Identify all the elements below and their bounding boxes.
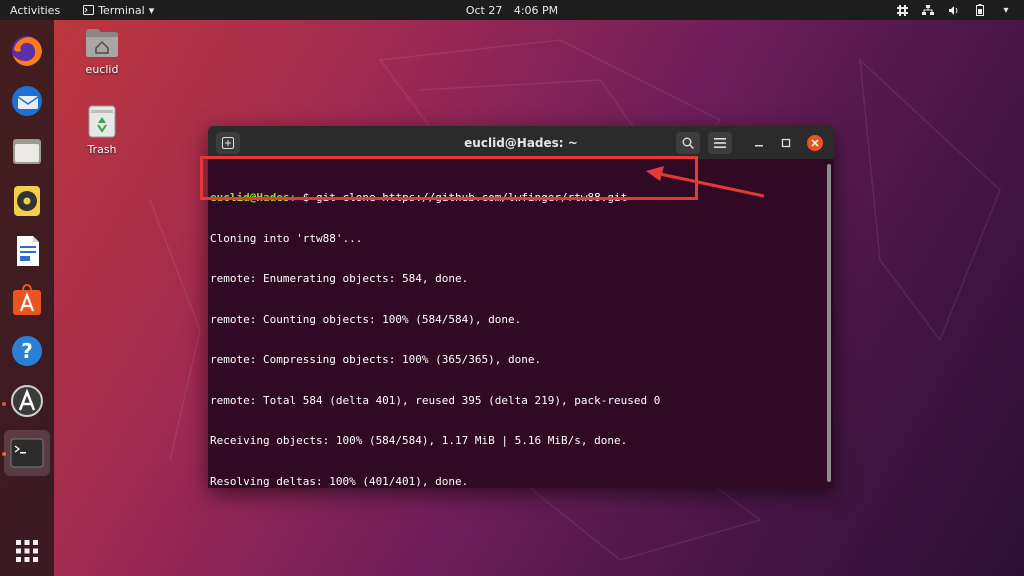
top-bar: Activities Terminal ▾ Oct 27 4:06 PM ▾: [0, 0, 1024, 20]
app-menu[interactable]: Terminal ▾: [82, 4, 154, 17]
battery-icon[interactable]: [974, 4, 986, 16]
chevron-down-icon: ▾: [148, 3, 155, 17]
trash-icon: [88, 105, 116, 138]
window-title: euclid@Hades: ~: [464, 135, 578, 150]
desktop-icon-trash[interactable]: Trash: [72, 104, 132, 156]
search-button[interactable]: [676, 132, 700, 154]
output-line: remote: Enumerating objects: 584, done.: [210, 272, 469, 285]
output-line: remote: Total 584 (delta 401), reused 39…: [210, 393, 661, 407]
terminal-titlebar[interactable]: euclid@Hades: ~: [208, 126, 834, 160]
volume-icon[interactable]: [948, 4, 960, 16]
dock: ?: [0, 20, 54, 576]
menu-button[interactable]: [708, 132, 732, 154]
minimize-button[interactable]: [751, 135, 767, 151]
show-applications-icon: [16, 540, 38, 562]
system-tray: ▾: [896, 0, 1012, 20]
annotation-highlight-box: [200, 156, 698, 200]
rhythmbox-icon: [14, 186, 40, 216]
terminal-launcher[interactable]: [4, 430, 50, 476]
new-tab-icon: [222, 137, 234, 149]
desktop-icon-home[interactable]: euclid: [72, 26, 132, 76]
ubuntu-software-launcher[interactable]: [4, 278, 50, 324]
network-icon[interactable]: [922, 4, 934, 16]
clock-date: Oct 27: [465, 3, 503, 17]
show-applications-button[interactable]: [4, 528, 50, 574]
output-line: Receiving objects: 100% (584/584), 1.17 …: [210, 434, 628, 447]
maximize-icon: [781, 138, 791, 148]
software-updater-launcher[interactable]: [4, 378, 50, 424]
clock-time: 4:06 PM: [513, 3, 559, 17]
firefox-launcher[interactable]: [4, 28, 50, 74]
activities-button[interactable]: Activities: [0, 4, 70, 17]
ubuntu-software-icon: [13, 283, 41, 315]
terminal-app-icon: [82, 4, 94, 16]
thunderbird-icon: [12, 86, 42, 116]
maximize-button[interactable]: [778, 135, 794, 151]
help-launcher[interactable]: ?: [4, 328, 50, 374]
output-line: Cloning into 'rtw88'...: [210, 231, 363, 245]
hamburger-menu-icon: [714, 138, 726, 148]
app-menu-label: Terminal: [98, 3, 145, 17]
files-icon: [13, 139, 41, 164]
thunderbird-launcher[interactable]: [4, 78, 50, 124]
output-line: Resolving deltas: 100% (401/401), done.: [210, 474, 469, 488]
svg-text:?: ?: [21, 339, 33, 363]
help-icon: ?: [12, 336, 42, 366]
libreoffice-writer-launcher[interactable]: [4, 228, 50, 274]
software-updater-icon: [11, 385, 43, 417]
slack-icon[interactable]: [896, 4, 908, 16]
libreoffice-writer-icon: [17, 236, 39, 266]
terminal-icon: [10, 438, 44, 468]
minimize-icon: [755, 145, 763, 147]
close-button[interactable]: [807, 135, 823, 151]
search-icon: [682, 137, 694, 149]
output-line: remote: Counting objects: 100% (584/584)…: [210, 312, 522, 326]
files-launcher[interactable]: [4, 128, 50, 174]
terminal-output[interactable]: euclid@Hades:~$ git clone https://github…: [208, 160, 834, 488]
rhythmbox-launcher[interactable]: [4, 178, 50, 224]
chevron-down-icon[interactable]: ▾: [1000, 4, 1012, 16]
output-line: remote: Compressing objects: 100% (365/3…: [210, 353, 542, 366]
desktop-icon-label: Trash: [87, 143, 117, 156]
firefox-icon: [12, 36, 42, 66]
new-tab-button[interactable]: [216, 132, 240, 154]
annotation-arrow-icon: [646, 166, 765, 198]
home-folder-icon: [86, 29, 118, 57]
scrollbar[interactable]: [827, 164, 831, 482]
desktop-icon-label: euclid: [85, 63, 119, 76]
close-icon: [811, 139, 819, 147]
